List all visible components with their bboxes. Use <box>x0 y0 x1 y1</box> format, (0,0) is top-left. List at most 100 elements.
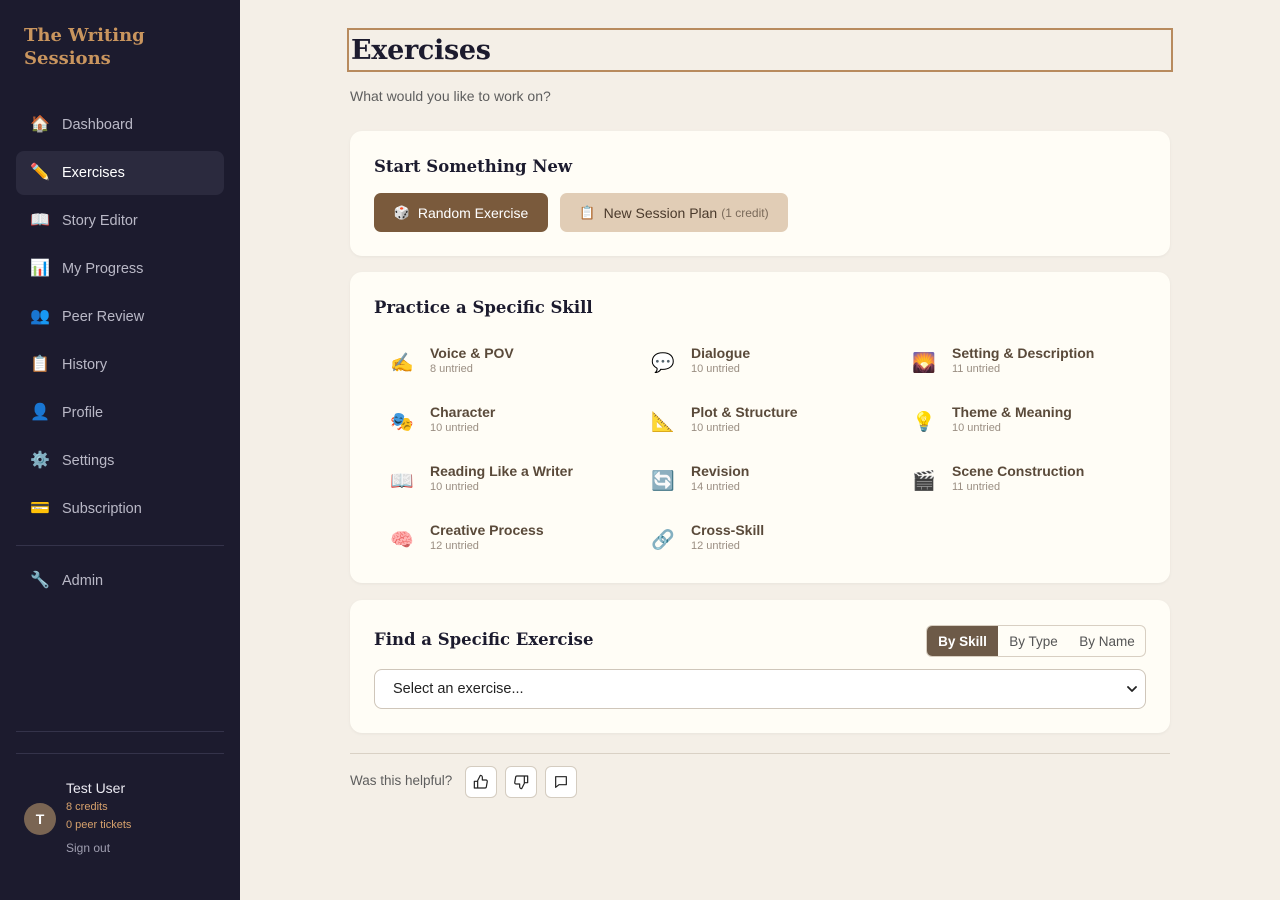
random-exercise-label: Random Exercise <box>417 204 529 221</box>
light-bulb-icon: 💡 <box>912 411 936 433</box>
skill-name: Dialogue <box>691 345 751 361</box>
skill-dialogue[interactable]: 💬 Dialogue 10 untried <box>635 345 875 385</box>
person-icon: 👤 <box>30 404 50 421</box>
skill-untried-count: 10 untried <box>952 422 1001 434</box>
skill-setting-description[interactable]: 🌄 Setting & Description 11 untried <box>896 345 1136 385</box>
brand-title[interactable]: The Writing Sessions <box>24 24 224 70</box>
skill-name: Setting & Description <box>952 345 1095 361</box>
sidebar-item-settings[interactable]: ⚙️ Settings <box>16 439 224 483</box>
sidebar-item-my-progress[interactable]: 📊 My Progress <box>16 247 224 291</box>
comment-icon <box>555 776 567 788</box>
new-session-plan-button[interactable]: 📋 New Session Plan (1 credit) <box>560 193 788 232</box>
skill-theme-meaning[interactable]: 💡 Theme & Meaning 10 untried <box>896 404 1136 444</box>
sidebar-item-peer-review[interactable]: 👥 Peer Review <box>16 295 224 339</box>
clipboard-icon: 📋 <box>579 204 596 220</box>
triangle-ruler-icon: 📐 <box>651 411 675 433</box>
page-title-box: Exercises <box>347 28 1173 72</box>
people-icon: 👥 <box>30 308 50 325</box>
sidebar-item-admin[interactable]: 🔧 Admin <box>16 559 224 603</box>
thumbs-down-icon <box>514 775 529 790</box>
skill-name: Character <box>430 404 496 420</box>
sidebar-nav: 🏠 Dashboard ✏️ Exercises 📖 Story Editor … <box>16 103 224 607</box>
bar-chart-icon: 📊 <box>30 260 50 277</box>
comment-button[interactable] <box>545 766 577 798</box>
sign-out-link[interactable]: Sign out <box>66 841 110 855</box>
refresh-icon: 🔄 <box>651 470 675 492</box>
skill-scene-construction[interactable]: 🎬 Scene Construction 11 untried <box>896 463 1136 503</box>
sidebar-item-history[interactable]: 📋 History <box>16 343 224 387</box>
skill-untried-count: 10 untried <box>430 422 479 434</box>
exercise-select[interactable]: Select an exercise... <box>374 669 1146 709</box>
sidebar-item-exercises[interactable]: ✏️ Exercises <box>16 151 224 195</box>
skill-untried-count: 10 untried <box>691 422 740 434</box>
skill-untried-count: 12 untried <box>691 540 740 552</box>
theater-masks-icon: 🎭 <box>390 411 414 433</box>
sidebar-divider <box>16 731 224 732</box>
skill-creative-process[interactable]: 🧠 Creative Process 12 untried <box>374 522 614 562</box>
clapper-board-icon: 🎬 <box>912 470 936 492</box>
skill-name: Revision <box>691 463 750 479</box>
peer-tickets-count: 0 peer tickets <box>66 819 132 831</box>
new-session-plan-label: New Session Plan <box>603 204 718 221</box>
skill-untried-count: 11 untried <box>952 363 1001 375</box>
skill-untried-count: 11 untried <box>952 481 1001 493</box>
sidebar: The Writing Sessions 🏠 Dashboard ✏️ Exer… <box>0 0 240 900</box>
random-exercise-button[interactable]: 🎲 Random Exercise <box>374 193 548 232</box>
sidebar-divider <box>16 753 224 754</box>
brain-icon: 🧠 <box>390 529 414 551</box>
credit-card-icon: 💳 <box>30 500 50 517</box>
skills-card-title: Practice a Specific Skill <box>374 298 593 317</box>
open-book-icon: 📖 <box>30 212 50 229</box>
thumbs-up-button[interactable] <box>465 766 497 798</box>
credits-count: 8 credits <box>66 801 108 813</box>
skill-name: Reading Like a Writer <box>430 463 573 479</box>
pencil-icon: ✏️ <box>30 164 50 181</box>
writing-hand-icon: ✍️ <box>390 352 414 374</box>
clipboard-icon: 📋 <box>30 356 50 373</box>
exercise-select-value: Select an exercise... <box>393 681 524 697</box>
sidebar-item-profile[interactable]: 👤 Profile <box>16 391 224 435</box>
skill-character[interactable]: 🎭 Character 10 untried <box>374 404 614 444</box>
sidebar-item-label: My Progress <box>62 261 144 277</box>
thumbs-down-button[interactable] <box>505 766 537 798</box>
feedback-divider <box>350 753 1170 754</box>
user-name: Test User <box>66 780 126 796</box>
skill-name: Voice & POV <box>430 345 514 361</box>
sidebar-item-subscription[interactable]: 💳 Subscription <box>16 487 224 531</box>
open-book-icon: 📖 <box>390 470 414 492</box>
sidebar-item-label: Peer Review <box>62 309 145 325</box>
skill-name: Creative Process <box>430 522 544 538</box>
landscape-icon: 🌄 <box>912 352 936 374</box>
skill-untried-count: 14 untried <box>691 481 740 493</box>
sidebar-item-story-editor[interactable]: 📖 Story Editor <box>16 199 224 243</box>
find-exercise-card: Find a Specific Exercise By Skill By Typ… <box>350 600 1170 733</box>
skill-name: Theme & Meaning <box>952 404 1072 420</box>
skill-cross-skill[interactable]: 🔗 Cross-Skill 12 untried <box>635 522 875 562</box>
skill-revision[interactable]: 🔄 Revision 14 untried <box>635 463 875 503</box>
tab-by-name[interactable]: By Name <box>1069 626 1145 656</box>
find-card-title: Find a Specific Exercise <box>374 630 594 649</box>
sidebar-item-label: Exercises <box>62 165 125 181</box>
skill-untried-count: 8 untried <box>430 363 473 375</box>
skill-name: Cross-Skill <box>691 522 765 538</box>
sidebar-item-label: Admin <box>62 573 104 589</box>
sidebar-item-label: Story Editor <box>62 213 138 229</box>
filter-tabs: By Skill By Type By Name <box>926 625 1146 657</box>
skill-untried-count: 10 untried <box>430 481 479 493</box>
sidebar-item-dashboard[interactable]: 🏠 Dashboard <box>16 103 224 147</box>
skill-plot-structure[interactable]: 📐 Plot & Structure 10 untried <box>635 404 875 444</box>
house-icon: 🏠 <box>30 116 50 133</box>
dice-icon: 🎲 <box>393 204 410 220</box>
skill-reading-like-a-writer[interactable]: 📖 Reading Like a Writer 10 untried <box>374 463 614 503</box>
gear-icon: ⚙️ <box>30 452 50 469</box>
skill-untried-count: 10 untried <box>691 363 740 375</box>
page-title: Exercises <box>351 34 491 66</box>
page-subtitle: What would you like to work on? <box>350 88 551 104</box>
tab-by-skill[interactable]: By Skill <box>927 626 998 656</box>
skill-voice-pov[interactable]: ✍️ Voice & POV 8 untried <box>374 345 614 385</box>
sidebar-item-label: Subscription <box>62 501 142 517</box>
sidebar-item-label: History <box>62 357 108 373</box>
tab-by-type[interactable]: By Type <box>998 626 1069 656</box>
chevron-down-icon <box>1127 686 1137 692</box>
link-icon: 🔗 <box>651 529 675 551</box>
